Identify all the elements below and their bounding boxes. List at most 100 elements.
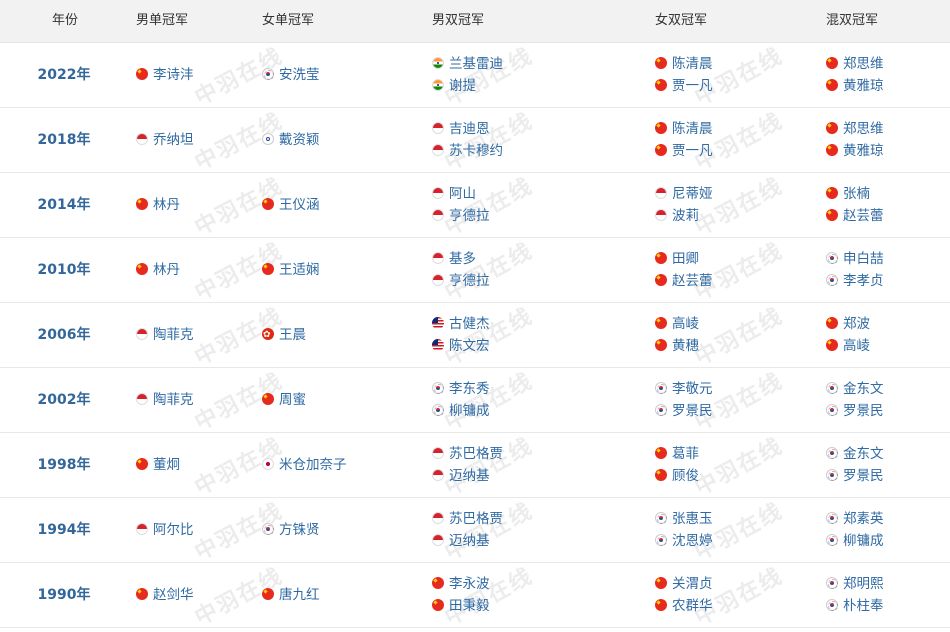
womens-doubles-player[interactable]: 顾俊 — [655, 466, 699, 486]
mens-doubles-player[interactable]: 李东秀 — [432, 379, 490, 399]
womens-singles-player[interactable]: 王适娴 — [262, 260, 320, 280]
mixed-doubles-player[interactable]: 李孝贞 — [826, 271, 884, 291]
player-name: 高崚 — [672, 316, 699, 332]
mens-singles-player[interactable]: 乔纳坦 — [136, 130, 194, 150]
mens-doubles-player[interactable]: 吉迪恩 — [432, 119, 490, 139]
womens-doubles-player[interactable]: 关渭贞 — [655, 574, 713, 594]
womens-doubles-player[interactable]: 农群华 — [655, 596, 713, 616]
mens-singles-player[interactable]: 陶菲克 — [136, 390, 194, 410]
mixed-doubles-player[interactable]: 柳镛成 — [826, 531, 884, 551]
mixed-doubles-player[interactable]: 郑波 — [826, 314, 870, 334]
womens-doubles-player[interactable]: 波莉 — [655, 206, 699, 226]
mens-doubles-player[interactable]: 苏巴格贾 — [432, 509, 503, 529]
mens-singles-player[interactable]: 林丹 — [136, 260, 180, 280]
mens-doubles-player[interactable]: 迈纳基 — [432, 531, 490, 551]
womens-doubles-player[interactable]: 高崚 — [655, 314, 699, 334]
flag-icon — [432, 469, 444, 481]
womens-singles-player[interactable]: 周蜜 — [262, 390, 306, 410]
mixed-doubles-player[interactable]: 郑思维 — [826, 54, 884, 74]
mixed-doubles-player[interactable]: 罗景民 — [826, 466, 884, 486]
player-name: 李诗沣 — [153, 67, 194, 83]
womens-singles-player[interactable]: 王晨 — [262, 325, 306, 345]
womens-singles-player[interactable]: 王仪涵 — [262, 195, 320, 215]
womens-singles-player[interactable]: 米仓加奈子 — [262, 455, 347, 475]
player-name: 贾一凡 — [672, 78, 713, 94]
mixed-doubles-player[interactable]: 郑思维 — [826, 119, 884, 139]
mixed-doubles-player[interactable]: 高崚 — [826, 336, 870, 356]
mens-doubles-player[interactable]: 苏卡穆约 — [432, 141, 503, 161]
womens-doubles-player[interactable]: 黄穗 — [655, 336, 699, 356]
mens-singles-player[interactable]: 陶菲克 — [136, 325, 194, 345]
watermark: 中羽在线 — [440, 368, 538, 436]
womens-doubles-player[interactable]: 陈清晨 — [655, 119, 713, 139]
mens-singles-player[interactable]: 阿尔比 — [136, 520, 194, 540]
mixed-doubles-player[interactable]: 赵芸蕾 — [826, 206, 884, 226]
flag-icon — [432, 534, 444, 546]
mens-doubles-player[interactable]: 陈文宏 — [432, 336, 490, 356]
mixed-doubles-player[interactable]: 张楠 — [826, 184, 870, 204]
mixed-doubles-player[interactable]: 黄雅琼 — [826, 76, 884, 96]
mens-doubles-player[interactable]: 亨德拉 — [432, 206, 490, 226]
mens-doubles-player[interactable]: 柳镛成 — [432, 401, 490, 421]
mixed-doubles-player[interactable]: 郑素英 — [826, 509, 884, 529]
mixed-doubles-player[interactable]: 朴柱奉 — [826, 596, 884, 616]
mixed-doubles-player[interactable]: 金东文 — [826, 444, 884, 464]
mens-singles-player[interactable]: 董炯 — [136, 455, 180, 475]
mens-doubles-player[interactable]: 古健杰 — [432, 314, 490, 334]
mens-doubles-player[interactable]: 基多 — [432, 249, 476, 269]
player-name: 安洗莹 — [279, 67, 320, 83]
player-name: 苏巴格贾 — [449, 446, 503, 462]
womens-doubles-player[interactable]: 贾一凡 — [655, 141, 713, 161]
womens-doubles-player[interactable]: 李敬元 — [655, 379, 713, 399]
mens-doubles-player[interactable]: 田秉毅 — [432, 596, 490, 616]
player-name: 葛菲 — [672, 446, 699, 462]
mixed-doubles-player[interactable]: 罗景民 — [826, 401, 884, 421]
womens-doubles-player[interactable]: 贾一凡 — [655, 76, 713, 96]
col-header-womens-doubles: 女双冠军 — [655, 13, 708, 28]
womens-singles-player[interactable]: 安洗莹 — [262, 65, 320, 85]
flag-icon — [262, 263, 274, 275]
watermark: 中羽在线 — [690, 173, 788, 241]
flag-icon — [655, 274, 667, 286]
womens-doubles-player[interactable]: 张惠玉 — [655, 509, 713, 529]
womens-doubles-player[interactable]: 沈恩婷 — [655, 531, 713, 551]
womens-doubles-player[interactable]: 尼蒂娅 — [655, 184, 713, 204]
mixed-doubles-player[interactable]: 黄雅琼 — [826, 141, 884, 161]
mens-doubles-player[interactable]: 谢提 — [432, 76, 476, 96]
mens-doubles-player[interactable]: 阿山 — [432, 184, 476, 204]
womens-singles-player[interactable]: 方铢贤 — [262, 520, 320, 540]
watermark: 中羽在线 — [440, 563, 538, 631]
player-name: 周蜜 — [279, 392, 306, 408]
womens-doubles-player[interactable]: 葛菲 — [655, 444, 699, 464]
mens-doubles-player[interactable]: 亨德拉 — [432, 271, 490, 291]
player-name: 顾俊 — [672, 468, 699, 484]
mens-doubles-player[interactable]: 迈纳基 — [432, 466, 490, 486]
womens-singles-player[interactable]: 戴资颖 — [262, 130, 320, 150]
table-row: 中羽在线 中羽在线 中羽在线 1994年 阿尔比 方铢贤 苏巴格贾 迈纳基 张惠玉 沈恩婷 郑素英柳… — [0, 498, 950, 566]
mens-doubles-player[interactable]: 李永波 — [432, 574, 490, 594]
flag-icon — [432, 79, 444, 91]
mens-singles-player[interactable]: 赵剑华 — [136, 585, 194, 605]
flag-icon — [655, 599, 667, 611]
player-name: 王晨 — [279, 327, 306, 343]
table-row: 中羽在线 中羽在线 中羽在线 2014年 林丹 王仪涵 阿山 亨德拉 尼蒂娅 波莉 张楠 赵芸蕾 — [0, 173, 950, 241]
mixed-doubles-player[interactable]: 金东文 — [826, 379, 884, 399]
flag-icon — [655, 144, 667, 156]
col-header-mens-singles: 男单冠军 — [136, 13, 189, 28]
womens-doubles-player[interactable]: 陈清晨 — [655, 54, 713, 74]
mixed-doubles-player[interactable]: 郑明熙 — [826, 574, 884, 594]
player-name: 高崚 — [843, 338, 870, 354]
player-name: 黄雅琼 — [843, 78, 884, 94]
mens-doubles-player[interactable]: 苏巴格贾 — [432, 444, 503, 464]
womens-doubles-player[interactable]: 罗景民 — [655, 401, 713, 421]
womens-doubles-player[interactable]: 田卿 — [655, 249, 699, 269]
womens-doubles-player[interactable]: 赵芸蕾 — [655, 271, 713, 291]
year-cell: 2006年 — [37, 327, 91, 343]
player-name: 林丹 — [153, 262, 180, 278]
mens-singles-player[interactable]: 林丹 — [136, 195, 180, 215]
mens-doubles-player[interactable]: 兰基雷迪 — [432, 54, 503, 74]
womens-singles-player[interactable]: 唐九红 — [262, 585, 320, 605]
mens-singles-player[interactable]: 李诗沣 — [136, 65, 194, 85]
flag-icon — [432, 404, 444, 416]
mixed-doubles-player[interactable]: 申白喆 — [826, 249, 884, 269]
